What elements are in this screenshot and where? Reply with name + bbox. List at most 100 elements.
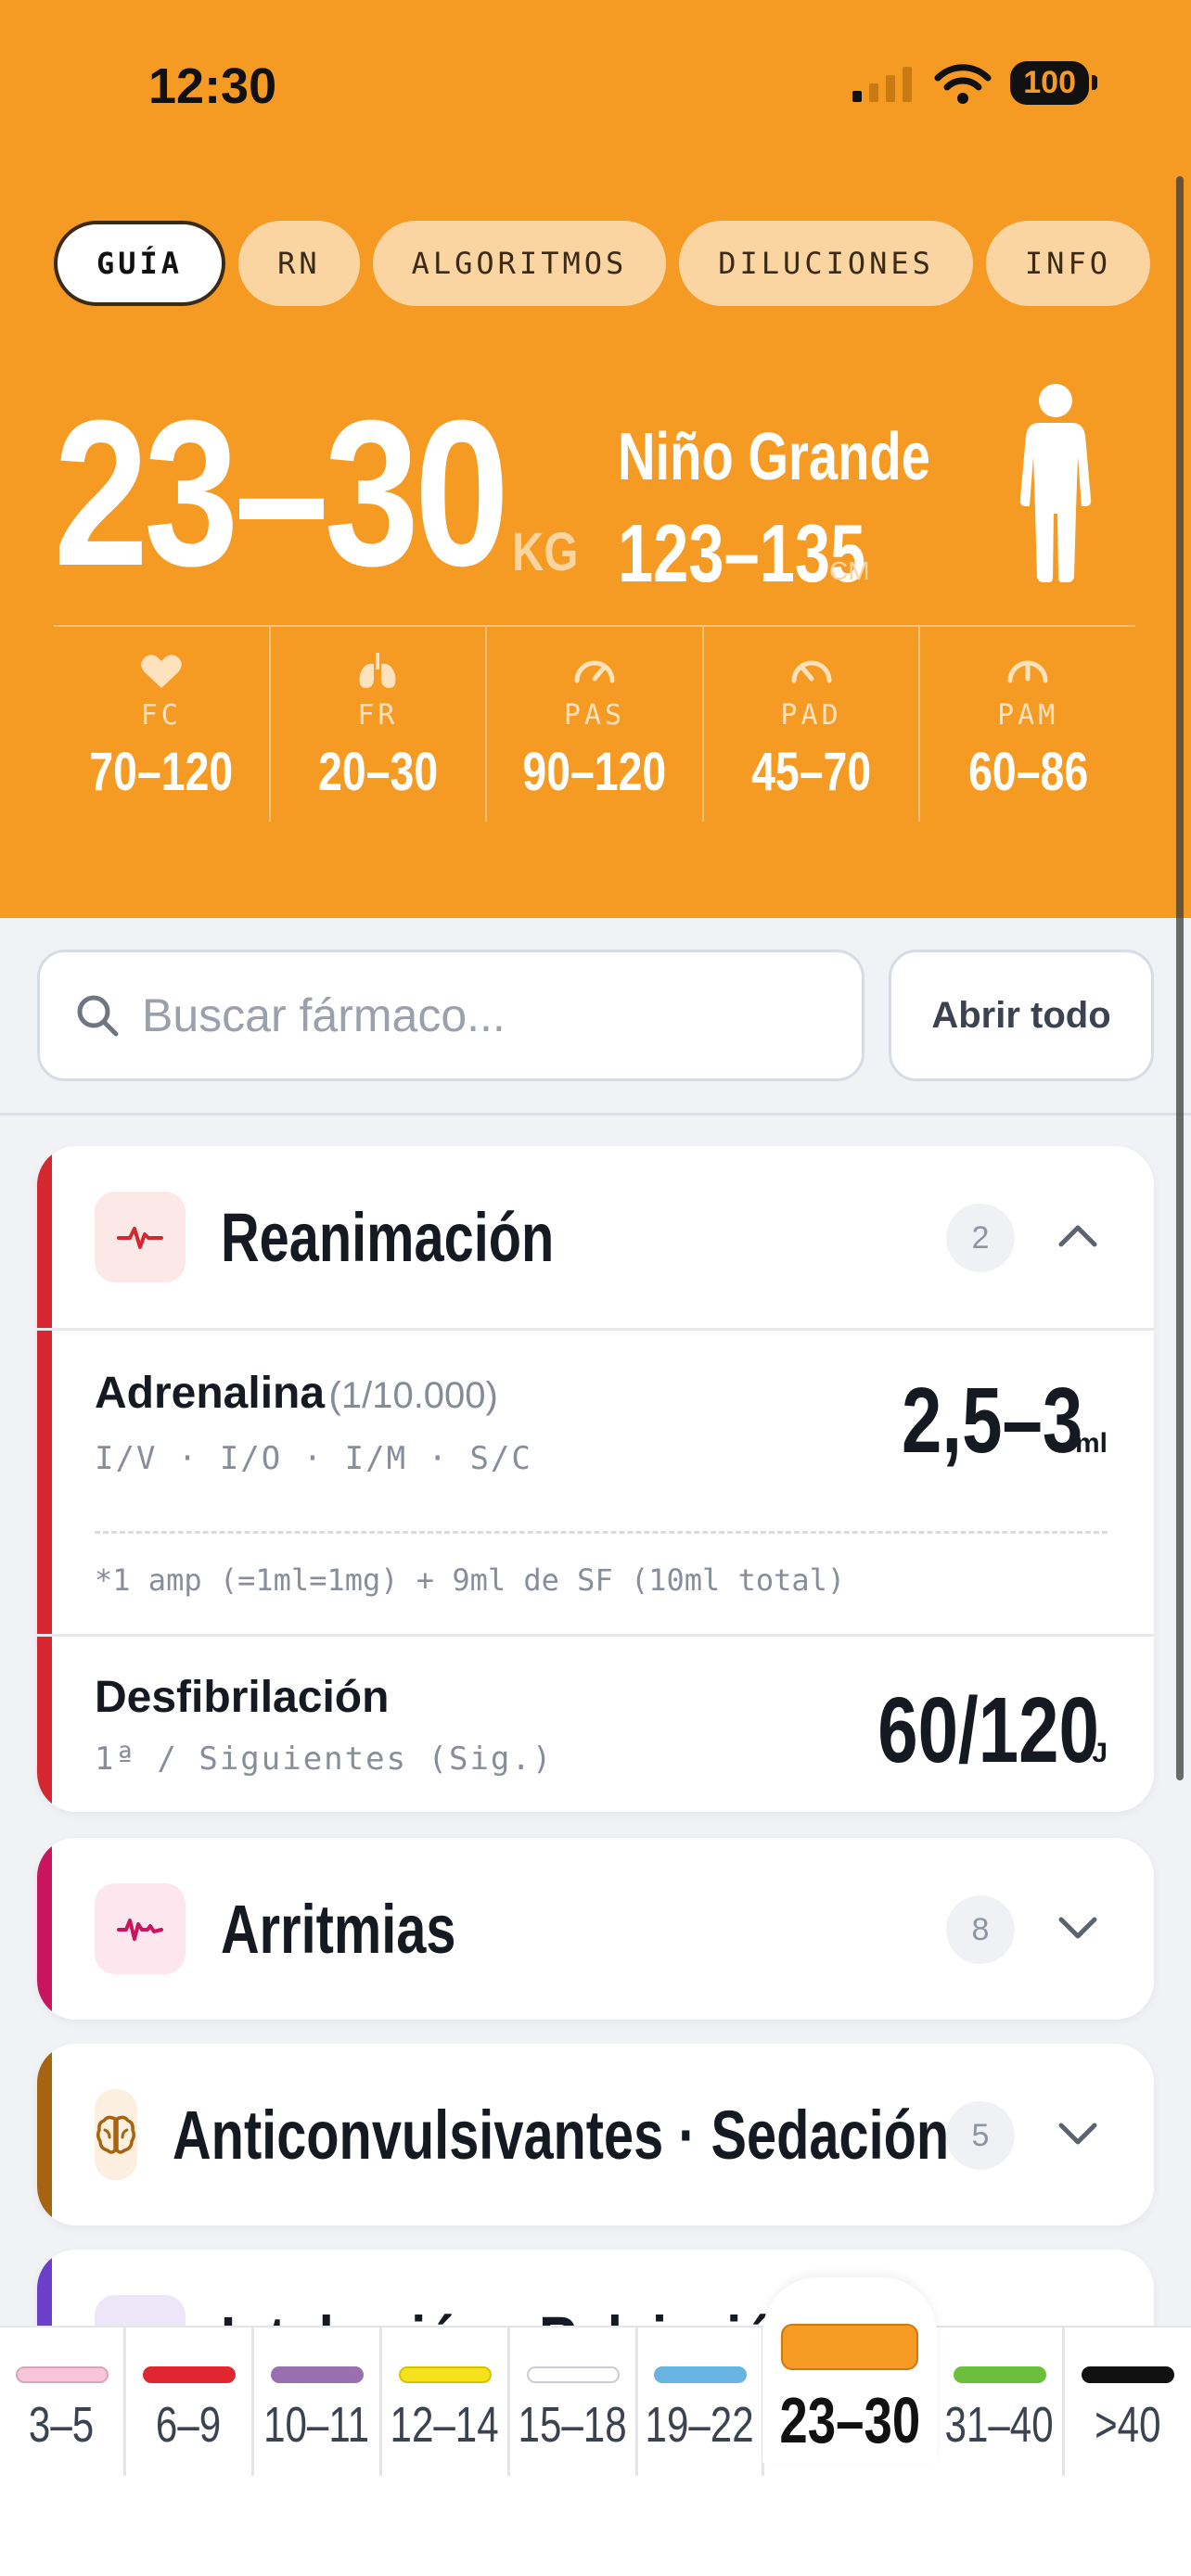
lungs-icon — [359, 653, 396, 688]
category-count-badge: 8 — [946, 1895, 1015, 1964]
search-input[interactable] — [140, 988, 845, 1043]
band-color-swatch — [653, 2366, 747, 2383]
category-title: Anticonvulsivantes · Sedación — [173, 2096, 950, 2174]
gauge-icon — [791, 660, 832, 683]
weight-band-31-40[interactable]: 31–40 — [937, 2327, 1065, 2476]
tab-guia[interactable]: GUÍA — [54, 221, 226, 306]
vital-label: PAD — [780, 699, 842, 732]
section-divider — [0, 1113, 1191, 1116]
vital-signs: FC 70–120 FR 20–30 PAS 90–120 PAD 45–70 … — [54, 627, 1135, 822]
vital-value: 70–120 — [89, 742, 234, 802]
dose-value: 2,5–3 — [901, 1369, 1082, 1473]
search-box[interactable] — [37, 950, 864, 1081]
heartbeat-icon — [95, 1192, 186, 1282]
band-color-swatch — [953, 2366, 1046, 2383]
vital-value: 45–70 — [751, 742, 872, 802]
vital-label: FR — [357, 699, 399, 732]
vital-pam: PAM 60–86 — [920, 627, 1135, 822]
band-label: 12–14 — [390, 2397, 500, 2453]
vital-value: 90–120 — [522, 742, 667, 802]
weight-band-over-40[interactable]: >40 — [1065, 2327, 1191, 2476]
vital-value: 20–30 — [317, 742, 438, 802]
tab-rn[interactable]: RN — [238, 221, 360, 306]
status-icons: 100 — [851, 61, 1097, 105]
category-count-badge: 2 — [946, 1204, 1015, 1272]
category-header-reanimacion[interactable]: Reanimación 2 — [37, 1146, 1154, 1328]
band-label: 31–40 — [944, 2397, 1055, 2453]
drug-name: Adrenalina — [95, 1369, 326, 1418]
height-range: 123–135 — [618, 507, 866, 599]
weight-band-15-18[interactable]: 15–18 — [510, 2327, 638, 2476]
category-title: Arritmias — [221, 1890, 456, 1968]
scrollbar[interactable] — [1176, 176, 1184, 1780]
section-tabs: GUÍA RN ALGORITMOS DILUCIONES INFO — [54, 221, 1150, 306]
category-card-anticonvulsivantes[interactable]: Anticonvulsivantes · Sedación 5 — [37, 2044, 1154, 2225]
vital-label: FC — [140, 699, 182, 732]
band-color-swatch — [398, 2366, 492, 2383]
drug-dilution: (1/10.000) — [328, 1375, 498, 1416]
dose-value: 60/120 — [877, 1678, 1100, 1782]
band-label: >40 — [1095, 2397, 1161, 2453]
vital-fr: FR 20–30 — [271, 627, 488, 822]
weight-band-10-11[interactable]: 10–11 — [254, 2327, 382, 2476]
category-card-arritmias[interactable]: Arritmias 8 — [37, 1838, 1154, 2020]
heart-icon — [141, 655, 182, 688]
weight-unit: KG — [512, 522, 579, 582]
tab-algoritmos[interactable]: ALGORITMOS — [372, 221, 667, 306]
child-silhouette-icon — [1019, 384, 1092, 582]
category-card-reanimacion: Reanimación 2 Adrenalina (1/10.000) I/V … — [37, 1146, 1154, 1812]
category-title: Reanimación — [221, 1198, 555, 1276]
drug-note: *1 amp (=1ml=1mg) + 9ml de SF (10ml tota… — [95, 1562, 846, 1598]
weight-band-selector: 3–5 6–9 10–11 12–14 15–18 19–22 31–40 >4… — [0, 2326, 1191, 2576]
band-label: 3–5 — [29, 2397, 95, 2453]
weight-band-6-9[interactable]: 6–9 — [126, 2327, 254, 2476]
chevron-up-icon[interactable] — [1056, 1213, 1100, 1257]
band-color-swatch — [15, 2366, 109, 2383]
band-label: 15–18 — [518, 2397, 628, 2453]
tab-diluciones[interactable]: DILUCIONES — [679, 221, 973, 306]
drug-title: Adrenalina (1/10.000) — [95, 1368, 498, 1419]
band-label: 10–11 — [263, 2397, 370, 2453]
vital-fc: FC 70–120 — [54, 627, 271, 822]
band-color-swatch — [270, 2366, 364, 2383]
band-color-swatch — [526, 2366, 620, 2383]
gauge-icon — [1007, 660, 1048, 683]
vital-label: PAM — [997, 699, 1059, 732]
weight-band-23-30-active[interactable]: 23–30 — [762, 2277, 937, 2463]
category-header-anticonvulsivantes[interactable]: Anticonvulsivantes · Sedación 5 — [37, 2044, 1154, 2225]
drug-name: Desfibrilación — [95, 1673, 390, 1722]
cellular-signal-icon — [852, 66, 913, 102]
band-label: 19–22 — [645, 2397, 755, 2453]
vital-label: PAS — [563, 699, 626, 732]
wifi-icon — [934, 63, 992, 104]
dashed-divider — [95, 1531, 1108, 1534]
band-color-swatch — [1082, 2366, 1174, 2383]
weight-range: 23–30 — [54, 377, 509, 609]
drug-routes: I/V · I/O · I/M · S/C — [95, 1440, 532, 1477]
band-color-swatch — [142, 2366, 236, 2383]
band-label: 23–30 — [779, 2384, 920, 2456]
search-icon — [77, 995, 119, 1037]
drug-dose: 2,5–3ml — [851, 1368, 1108, 1474]
chevron-down-icon[interactable] — [1056, 1905, 1100, 1949]
drug-row-desfibrilacion[interactable]: Desfibrilación 1ª / Siguientes (Sig.) 60… — [37, 1634, 1154, 1812]
band-color-swatch — [781, 2324, 918, 2370]
open-all-button[interactable]: Abrir todo — [889, 950, 1154, 1081]
tab-info[interactable]: INFO — [985, 221, 1150, 306]
chevron-down-icon[interactable] — [1056, 2111, 1100, 2155]
weight-band-12-14[interactable]: 12–14 — [382, 2327, 510, 2476]
category-header-arritmias[interactable]: Arritmias 8 — [37, 1838, 1154, 2020]
age-group: Niño Grande — [618, 420, 930, 494]
status-time: 12:30 — [148, 58, 277, 114]
drug-dose: 60/120J — [815, 1677, 1108, 1784]
brain-icon — [95, 2089, 137, 2180]
band-label: 6–9 — [156, 2397, 222, 2453]
vital-value: 60–86 — [967, 742, 1088, 802]
vital-pas: PAS 90–120 — [487, 627, 704, 822]
battery-indicator: 100 — [1010, 61, 1097, 105]
weight-band-3-5[interactable]: 3–5 — [0, 2327, 126, 2476]
weight-band-19-22[interactable]: 19–22 — [638, 2327, 764, 2476]
drug-row-adrenalina[interactable]: Adrenalina (1/10.000) I/V · I/O · I/M · … — [37, 1328, 1154, 1634]
arrhythmia-icon — [95, 1883, 186, 1974]
height-unit: CM — [829, 556, 870, 585]
